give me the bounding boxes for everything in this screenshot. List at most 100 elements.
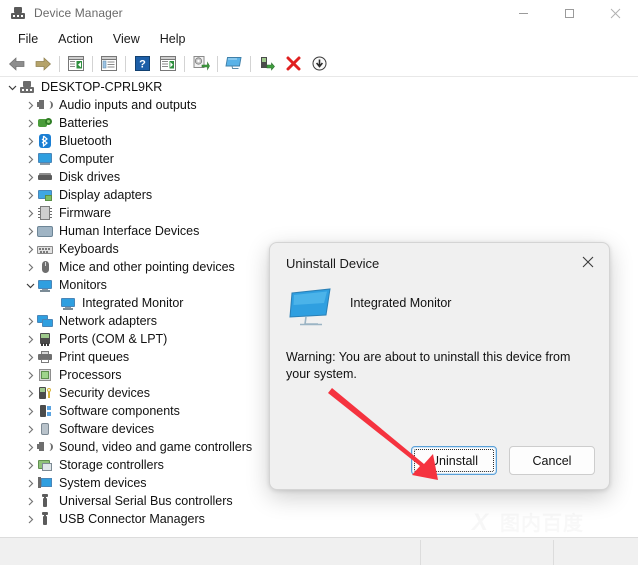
keyboard-icon — [37, 241, 53, 257]
tree-node-bluetooth[interactable]: Bluetooth — [0, 132, 638, 150]
uninstall-device-dialog: Uninstall Device Integrated Monitor Warn… — [269, 242, 610, 490]
toolbar-separator — [59, 55, 60, 72]
tree-node-label: Monitors — [59, 278, 107, 292]
chevron-right-icon[interactable] — [24, 510, 37, 528]
enable-device-button[interactable] — [254, 53, 280, 75]
chevron-right-icon[interactable] — [24, 402, 37, 420]
tree-node-label: Security devices — [59, 386, 151, 400]
tree-node-firmware[interactable]: Firmware — [0, 204, 638, 222]
chevron-right-icon[interactable] — [24, 384, 37, 402]
tree-node-label: Display adapters — [59, 188, 153, 202]
speaker-icon — [37, 439, 53, 455]
toolbar-divider — [0, 76, 638, 77]
chevron-right-icon[interactable] — [24, 132, 37, 150]
menu-item-action[interactable]: Action — [48, 29, 103, 49]
chevron-right-icon[interactable] — [24, 204, 37, 222]
chevron-right-icon[interactable] — [24, 96, 37, 114]
dialog-warning-text: Warning: You are about to uninstall this… — [286, 350, 571, 381]
show-hide-action-pane-button[interactable] — [155, 53, 181, 75]
tree-node-label: Human Interface Devices — [59, 224, 200, 238]
chevron-down-icon[interactable] — [24, 276, 37, 294]
chevron-right-icon[interactable] — [24, 312, 37, 330]
device-manager-window: Device Manager File Action View Help ? D… — [0, 0, 638, 565]
monitor-icon — [288, 287, 334, 329]
tree-node-disk-drives[interactable]: Disk drives — [0, 168, 638, 186]
close-button[interactable] — [592, 0, 638, 26]
chevron-right-icon[interactable] — [24, 114, 37, 132]
tree-node-label: Computer — [59, 152, 114, 166]
device-manager-icon — [10, 5, 26, 21]
chevron-down-icon[interactable] — [6, 78, 19, 96]
chevron-right-icon[interactable] — [24, 366, 37, 384]
chevron-right-icon[interactable] — [24, 150, 37, 168]
software-device-icon — [37, 421, 53, 437]
toolbar-separator — [125, 55, 126, 72]
chevron-right-icon[interactable] — [24, 456, 37, 474]
toolbar-separator — [184, 55, 185, 72]
cancel-button[interactable]: Cancel — [509, 446, 595, 475]
usb-icon — [37, 511, 53, 527]
toolbar: ? — [0, 51, 638, 76]
tree-node-batteries[interactable]: Batteries — [0, 114, 638, 132]
tree-node-display-adapters[interactable]: Display adapters — [0, 186, 638, 204]
security-device-icon — [37, 385, 53, 401]
display-adapter-icon — [37, 187, 53, 203]
uninstall-button[interactable]: Uninstall — [411, 446, 497, 475]
computer-root-icon — [19, 79, 35, 95]
close-icon[interactable] — [573, 249, 603, 275]
menu-item-help[interactable]: Help — [150, 29, 196, 49]
speaker-icon — [37, 97, 53, 113]
tree-node-usb-connector-managers[interactable]: USB Connector Managers — [0, 510, 638, 528]
tree-node-human-interface-devices[interactable]: Human Interface Devices — [0, 222, 638, 240]
menu-item-file[interactable]: File — [8, 29, 48, 49]
tree-node-computer[interactable]: Computer — [0, 150, 638, 168]
maximize-button[interactable] — [546, 0, 592, 26]
usb-icon — [37, 493, 53, 509]
chevron-right-icon[interactable] — [24, 492, 37, 510]
chevron-right-icon[interactable] — [24, 258, 37, 276]
chevron-right-icon[interactable] — [24, 474, 37, 492]
tree-node-label: Integrated Monitor — [82, 296, 184, 310]
tree-node-audio-inputs-and-outputs[interactable]: Audio inputs and outputs — [0, 96, 638, 114]
tree-node-label: Storage controllers — [59, 458, 164, 472]
tree-node-label: Audio inputs and outputs — [59, 98, 197, 112]
tree-node-label: Firmware — [59, 206, 112, 220]
tree-node-label: DESKTOP-CPRL9KR — [41, 80, 163, 94]
scan-for-hardware-changes-button[interactable] — [221, 53, 247, 75]
disk-drive-icon — [37, 169, 53, 185]
tree-node-root[interactable]: DESKTOP-CPRL9KR — [0, 78, 638, 96]
back-button[interactable] — [4, 53, 30, 75]
help-button[interactable]: ? — [129, 53, 155, 75]
title-bar-left: Device Manager — [10, 0, 123, 26]
chevron-right-icon[interactable] — [24, 240, 37, 258]
chevron-right-icon[interactable] — [24, 186, 37, 204]
disable-device-button[interactable] — [306, 53, 332, 75]
status-bar-divider-2 — [553, 540, 554, 565]
forward-button[interactable] — [30, 53, 56, 75]
battery-icon — [37, 115, 53, 131]
tree-node-label: Disk drives — [59, 170, 121, 184]
uninstall-device-button[interactable] — [280, 53, 306, 75]
update-driver-button[interactable] — [188, 53, 214, 75]
tree-node-universal-serial-bus-controllers[interactable]: Universal Serial Bus controllers — [0, 492, 638, 510]
chevron-right-icon[interactable] — [24, 348, 37, 366]
show-hide-console-tree-button[interactable] — [63, 53, 89, 75]
minimize-button[interactable] — [500, 0, 546, 26]
tree-node-label: Batteries — [59, 116, 109, 130]
menu-item-view[interactable]: View — [103, 29, 150, 49]
toolbar-separator — [250, 55, 251, 72]
svg-text:?: ? — [139, 59, 146, 71]
chevron-right-icon[interactable] — [24, 330, 37, 348]
bluetooth-icon — [37, 133, 53, 149]
tree-node-label: Processors — [59, 368, 122, 382]
properties-button[interactable] — [96, 53, 122, 75]
chevron-right-icon[interactable] — [24, 222, 37, 240]
toolbar-separator — [92, 55, 93, 72]
chevron-right-icon[interactable] — [24, 168, 37, 186]
dialog-device-name: Integrated Monitor — [350, 296, 452, 310]
chevron-right-icon[interactable] — [24, 420, 37, 438]
status-bar-divider-1 — [420, 540, 421, 565]
hid-icon — [37, 223, 53, 239]
chevron-right-icon[interactable] — [24, 438, 37, 456]
mouse-icon — [37, 259, 53, 275]
